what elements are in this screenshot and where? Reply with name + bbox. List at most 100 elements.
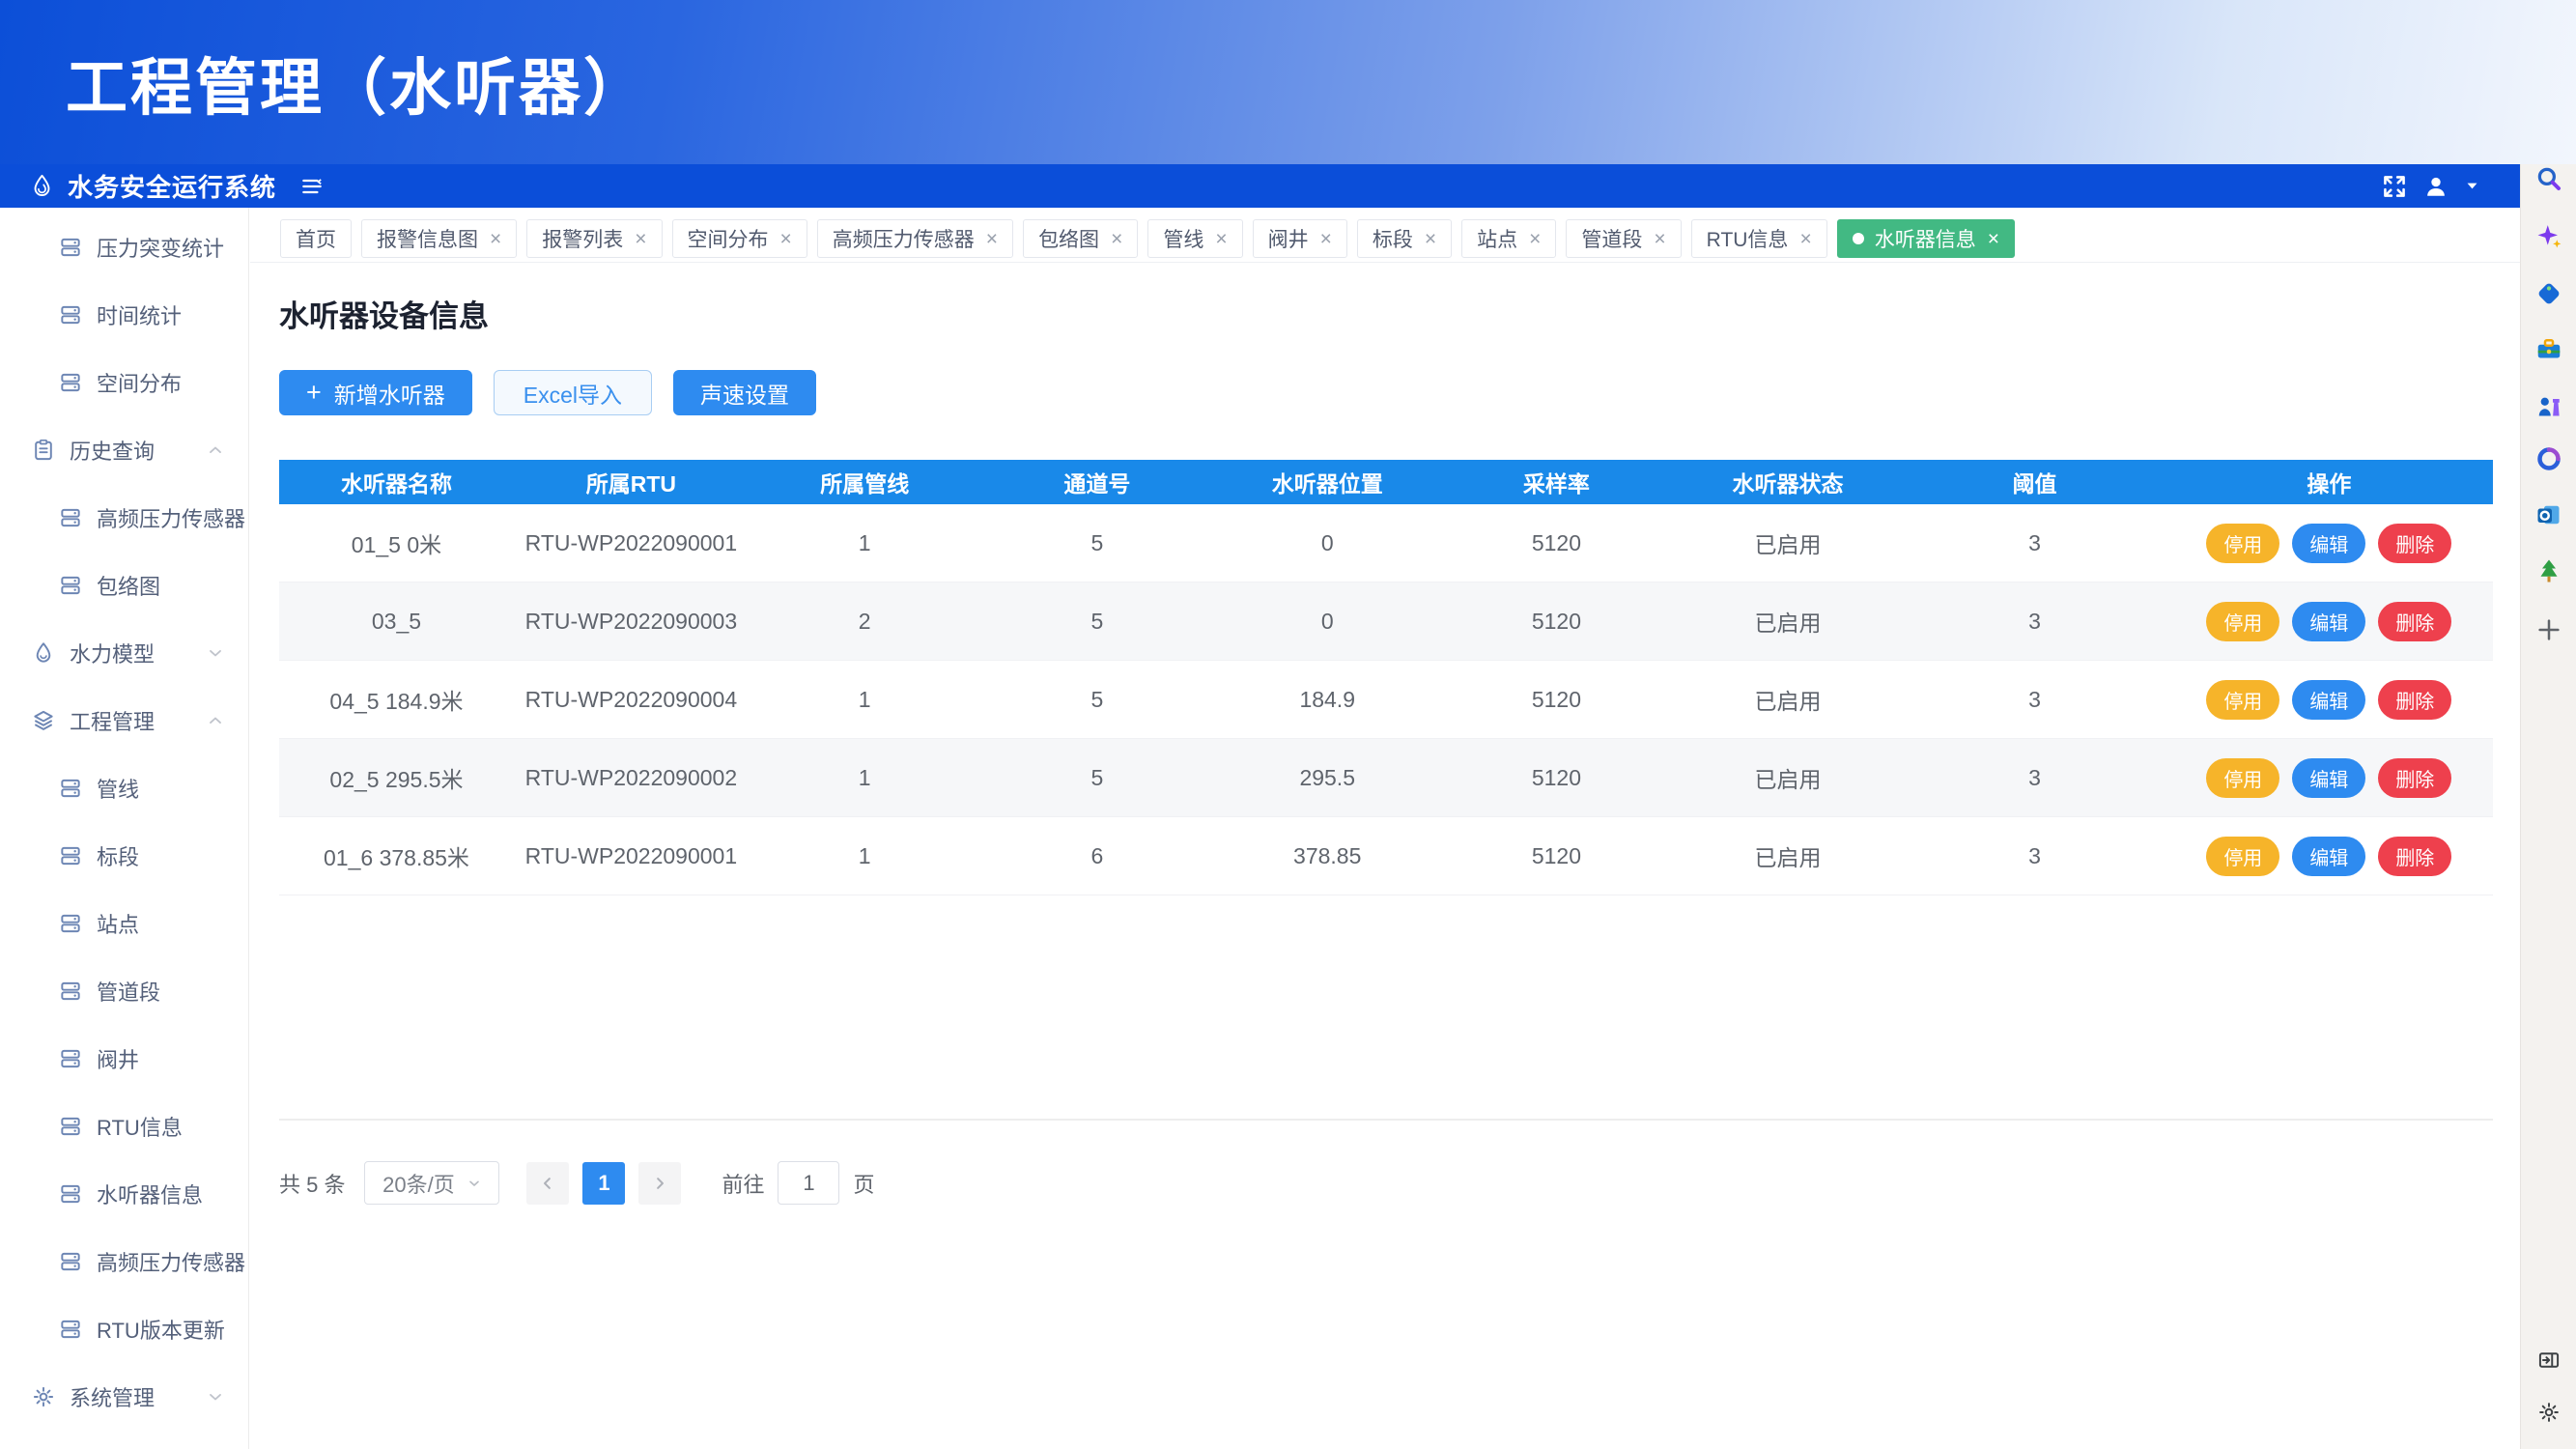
- disable-button[interactable]: 停用: [2206, 524, 2279, 563]
- close-icon[interactable]: ×: [1215, 229, 1227, 249]
- sidebar-item[interactable]: 时间统计: [0, 281, 248, 349]
- sound-speed-button[interactable]: 声速设置: [673, 370, 816, 415]
- sidebar-item[interactable]: 压力突变统计: [0, 213, 248, 281]
- edit-button[interactable]: 编辑: [2292, 524, 2365, 563]
- tab[interactable]: 报警信息图 ×: [361, 219, 517, 258]
- sidebar-item[interactable]: 高频压力传感器: [0, 484, 248, 552]
- tab[interactable]: 空间分布 ×: [672, 219, 807, 258]
- edit-button[interactable]: 编辑: [2292, 680, 2365, 720]
- delete-button[interactable]: 删除: [2378, 837, 2451, 876]
- next-page-button[interactable]: [638, 1162, 681, 1205]
- sidebar-item[interactable]: 空间分布: [0, 349, 248, 416]
- sparkle-icon[interactable]: [2534, 222, 2563, 251]
- prev-page-button[interactable]: [526, 1162, 569, 1205]
- cell-threshold: 3: [1904, 843, 2165, 869]
- sidebar-item[interactable]: RTU信息: [0, 1093, 248, 1160]
- cell-pipeline: 1: [749, 843, 981, 869]
- tab[interactable]: 管道段 ×: [1566, 219, 1681, 258]
- sidebar-item[interactable]: 高频压力传感器: [0, 1228, 248, 1295]
- sidebar-item[interactable]: 站点: [0, 890, 248, 957]
- outlook-icon[interactable]: [2534, 500, 2563, 529]
- sidebar-item-label: 工程管理: [70, 705, 155, 736]
- sidebar-item[interactable]: 历史查询: [0, 416, 248, 484]
- edit-button[interactable]: 编辑: [2292, 837, 2365, 876]
- server-icon: [58, 911, 83, 936]
- m365-icon[interactable]: [2534, 444, 2563, 473]
- edit-button[interactable]: 编辑: [2292, 758, 2365, 798]
- sidebar-item[interactable]: 管道段: [0, 957, 248, 1025]
- collapse-menu-icon[interactable]: [299, 174, 325, 199]
- tab[interactable]: 标段 ×: [1357, 219, 1452, 258]
- disable-button[interactable]: 停用: [2206, 680, 2279, 720]
- close-icon[interactable]: ×: [490, 229, 501, 249]
- disable-button[interactable]: 停用: [2206, 837, 2279, 876]
- delete-button[interactable]: 删除: [2378, 680, 2451, 720]
- search-icon[interactable]: [2534, 164, 2563, 193]
- caret-down-icon[interactable]: [2464, 178, 2480, 194]
- sidebar-item[interactable]: 标段: [0, 822, 248, 890]
- cell-actions: 停用 编辑 删除: [2166, 758, 2493, 798]
- page-number-button[interactable]: 1: [582, 1162, 625, 1205]
- sidebar-item[interactable]: 水听器信息: [0, 1160, 248, 1228]
- cell-sample-rate: 5120: [1441, 687, 1671, 713]
- add-hydrophone-button[interactable]: + 新增水听器: [279, 370, 472, 415]
- close-icon[interactable]: ×: [780, 229, 792, 249]
- tab[interactable]: 阀井 ×: [1253, 219, 1347, 258]
- close-icon[interactable]: ×: [1799, 229, 1811, 249]
- tab[interactable]: 水听器信息 ×: [1837, 219, 2015, 258]
- water-drop-icon: [29, 173, 55, 199]
- close-icon[interactable]: ×: [1529, 229, 1541, 249]
- edit-button[interactable]: 编辑: [2292, 602, 2365, 641]
- tab[interactable]: 首页: [280, 219, 352, 258]
- sidebar-item-label: 管道段: [97, 976, 160, 1007]
- close-icon[interactable]: ×: [635, 229, 646, 249]
- close-icon[interactable]: ×: [1654, 229, 1665, 249]
- cell-name: 04_5 184.9米: [279, 683, 514, 716]
- sidebar-item[interactable]: 系统管理: [0, 1363, 248, 1431]
- tab-label: 管线: [1163, 224, 1203, 253]
- server-icon: [58, 302, 83, 327]
- sidebar-item[interactable]: 水力模型: [0, 619, 248, 687]
- tab[interactable]: RTU信息 ×: [1691, 219, 1827, 258]
- toolbox-icon[interactable]: [2534, 334, 2563, 363]
- tab[interactable]: 包络图 ×: [1023, 219, 1138, 258]
- cell-channel: 5: [981, 687, 1214, 713]
- add-icon[interactable]: [2534, 615, 2563, 644]
- close-icon[interactable]: ×: [986, 229, 998, 249]
- delete-button[interactable]: 删除: [2378, 758, 2451, 798]
- close-icon[interactable]: ×: [1988, 229, 1999, 249]
- tab[interactable]: 高频压力传感器 ×: [817, 219, 1013, 258]
- panel-toggle-icon[interactable]: [2536, 1348, 2562, 1373]
- disable-button[interactable]: 停用: [2206, 602, 2279, 641]
- tab[interactable]: 报警列表 ×: [526, 219, 662, 258]
- people-icon[interactable]: [2534, 392, 2563, 421]
- sidebar-item[interactable]: 管线: [0, 754, 248, 822]
- sidebar-item[interactable]: 包络图: [0, 552, 248, 619]
- sidebar-item-label: 系统管理: [70, 1381, 155, 1412]
- close-icon[interactable]: ×: [1320, 229, 1332, 249]
- goto-page-input[interactable]: [778, 1161, 839, 1205]
- tab[interactable]: 管线 ×: [1147, 219, 1242, 258]
- server-icon: [58, 1181, 83, 1207]
- tabs-bar: 首页 报警信息图 × 报警列表 × 空间分布 × 高频压力传感器 × 包络图: [250, 208, 2521, 263]
- header-cell: 所属RTU: [514, 466, 749, 498]
- page-size-select[interactable]: 20条/页: [364, 1161, 499, 1205]
- disable-button[interactable]: 停用: [2206, 758, 2279, 798]
- sidebar-item[interactable]: 工程管理: [0, 687, 248, 754]
- user-icon[interactable]: [2422, 173, 2449, 200]
- tree-icon[interactable]: [2534, 556, 2563, 585]
- close-icon[interactable]: ×: [1425, 229, 1436, 249]
- close-icon[interactable]: ×: [1111, 229, 1122, 249]
- settings-icon[interactable]: [2536, 1400, 2562, 1425]
- fullscreen-icon[interactable]: [2381, 173, 2408, 200]
- delete-button[interactable]: 删除: [2378, 524, 2451, 563]
- tab[interactable]: 站点 ×: [1461, 219, 1556, 258]
- cell-name: 01_5 0米: [279, 526, 514, 559]
- delete-button[interactable]: 删除: [2378, 602, 2451, 641]
- sidebar-item-label: 高频压力传感器: [97, 502, 245, 533]
- tag-icon[interactable]: [2534, 279, 2563, 308]
- sidebar-item[interactable]: RTU版本更新: [0, 1295, 248, 1363]
- server-icon: [58, 1114, 83, 1139]
- excel-import-button[interactable]: Excel导入: [494, 370, 652, 415]
- sidebar-item[interactable]: 阀井: [0, 1025, 248, 1093]
